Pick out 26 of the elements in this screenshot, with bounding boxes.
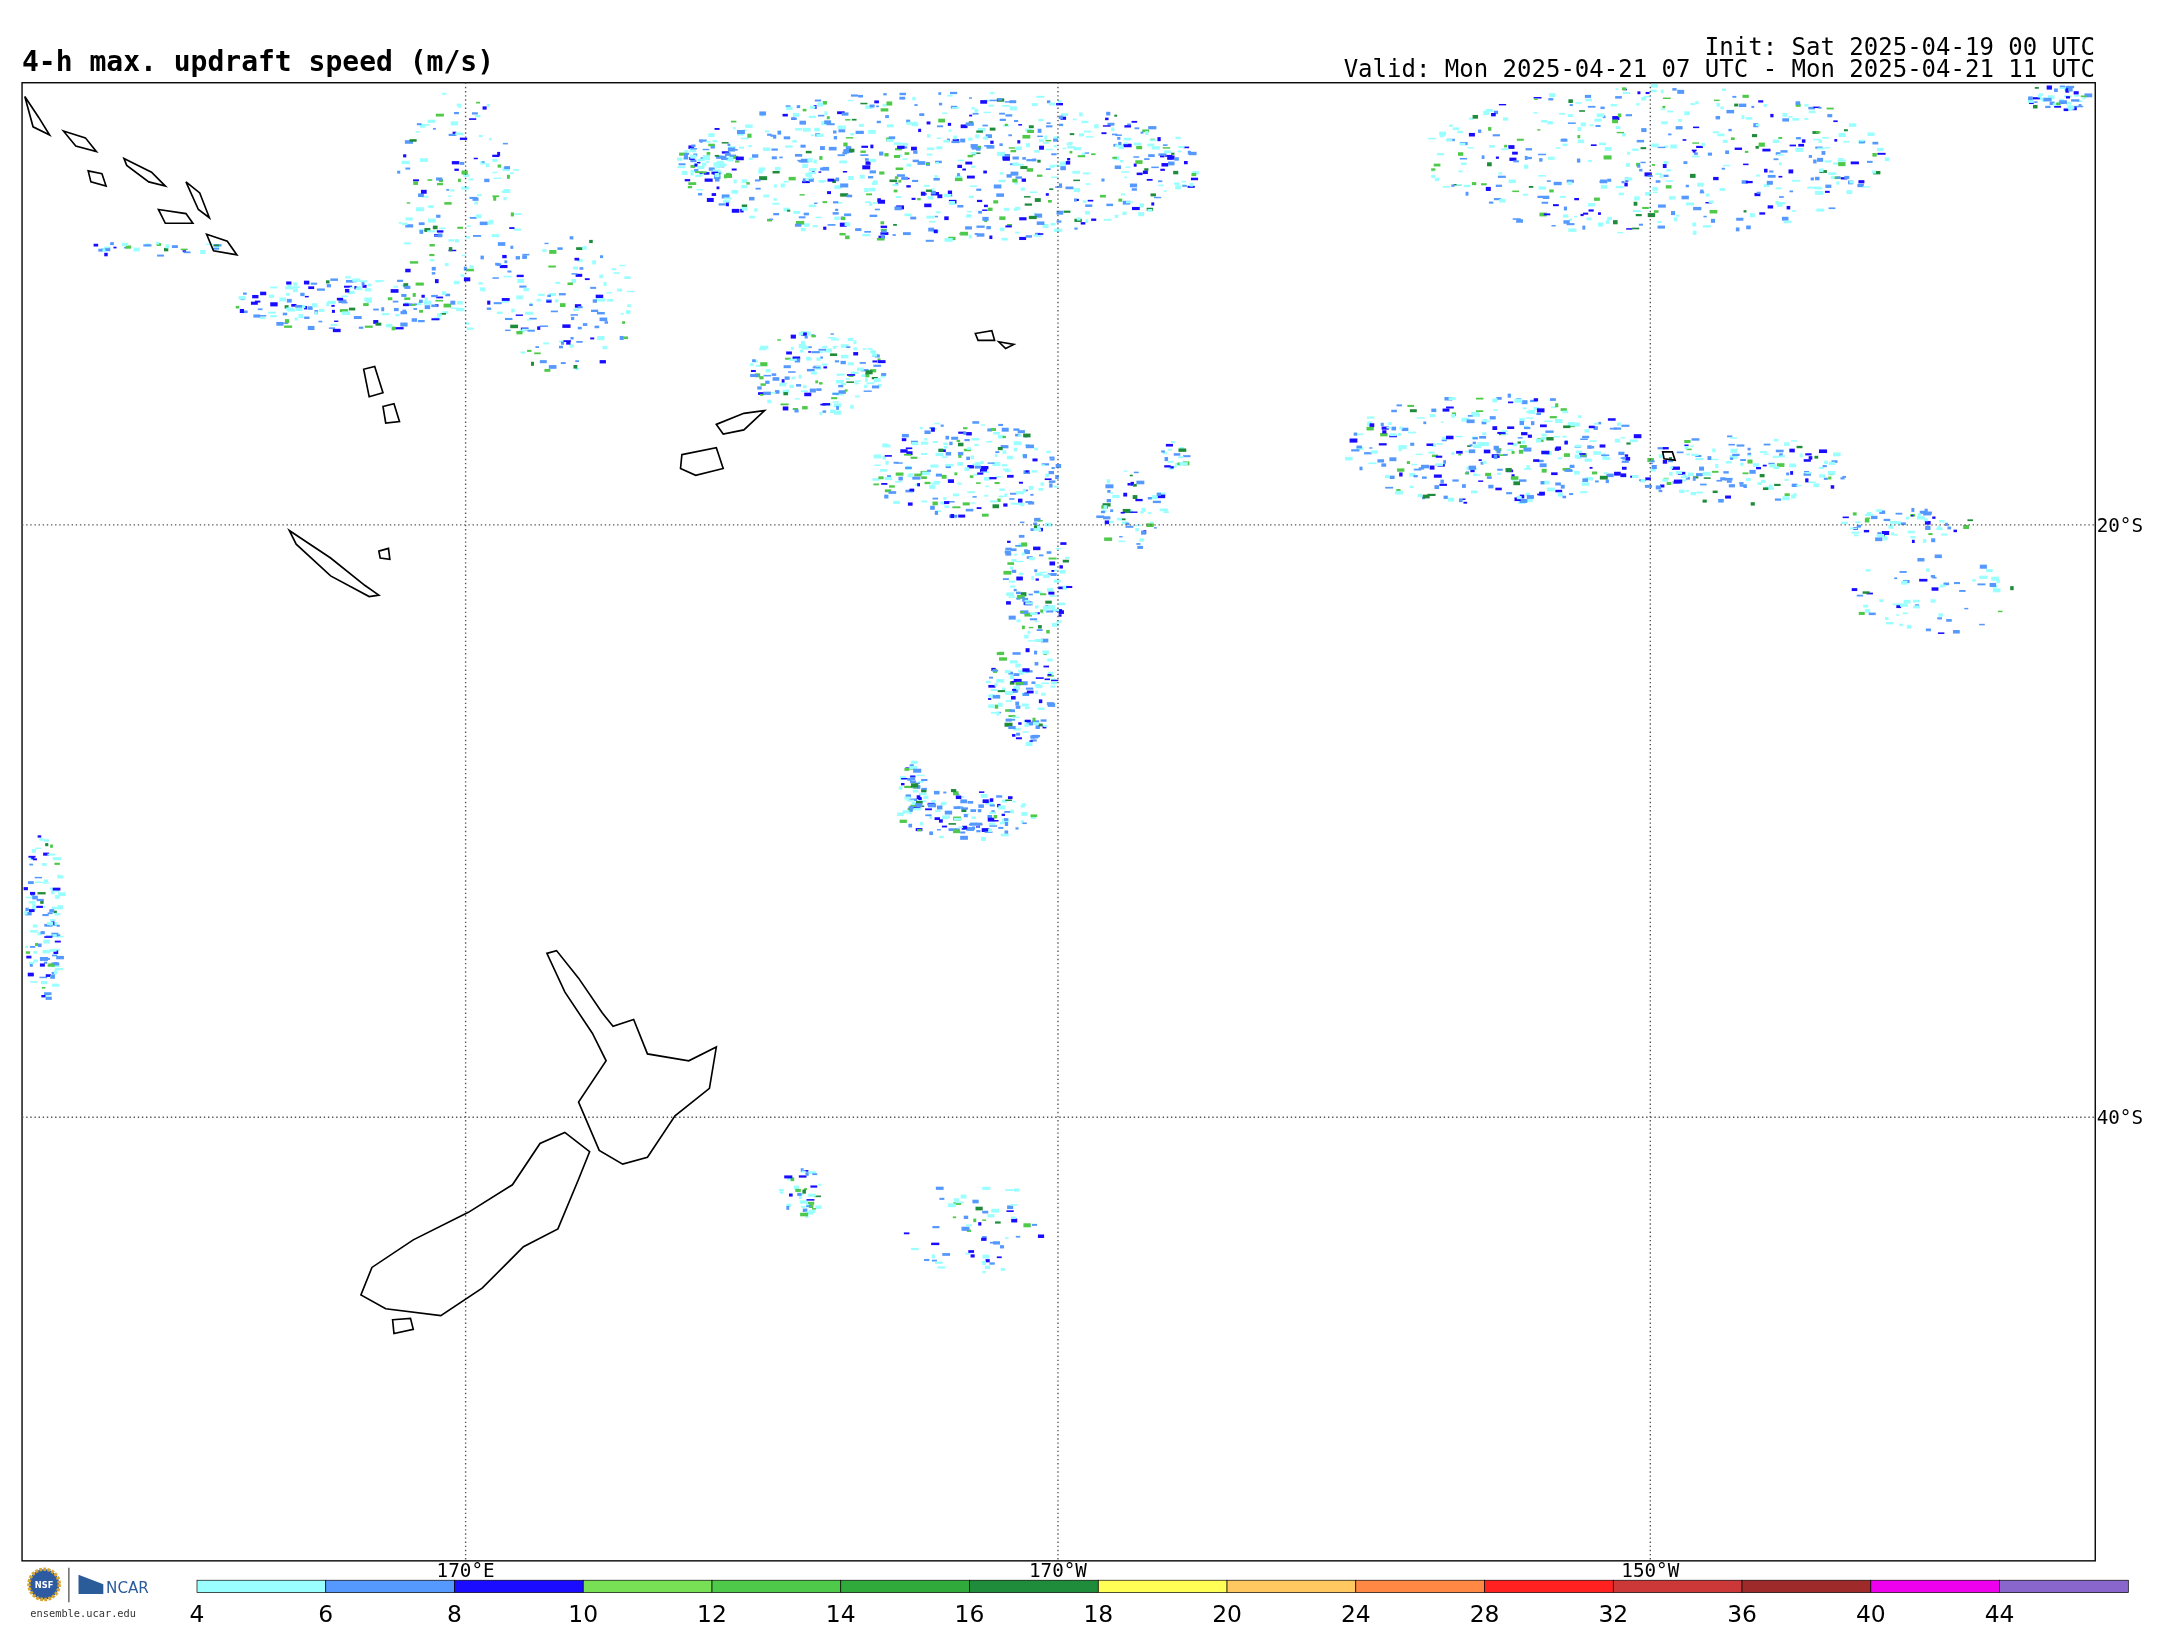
color-bar-label: 16 — [954, 1599, 985, 1626]
color-bar-label: 32 — [1598, 1599, 1629, 1626]
longitude-label: 170°W — [1028, 1562, 1087, 1583]
color-bar-label: 44 — [1984, 1599, 2015, 1626]
color-bar-label: 12 — [697, 1599, 727, 1626]
latitude-label: 40°S — [2096, 1106, 2144, 1130]
color-bar-label: 14 — [825, 1599, 856, 1626]
website-url: ensemble.ucar.edu — [30, 1607, 136, 1620]
color-bar-label: 18 — [1083, 1599, 1114, 1626]
latitude-label: 20°S — [2096, 513, 2144, 537]
color-bar-label: 20 — [1212, 1599, 1242, 1626]
plot-title: 4-h max. updraft speed (m/s) — [22, 48, 494, 80]
longitude-label: 150°W — [1621, 1562, 1680, 1583]
color-bar-label: 28 — [1469, 1599, 1500, 1626]
valid-time: Valid: Mon 2025-04-21 07 UTC - Mon 2025-04-21 11 UTC — [1343, 58, 2095, 80]
longitude-label: 170°E — [436, 1562, 495, 1583]
color-bar-label: 8 — [447, 1599, 462, 1626]
color-bar-label: 4 — [189, 1599, 205, 1626]
nsf-logo: NSF — [27, 1567, 61, 1602]
color-bar-label: 36 — [1727, 1599, 1757, 1626]
color-bar-label: 40 — [1855, 1599, 1886, 1626]
color-bar-label: 10 — [568, 1599, 599, 1626]
color-bar-label: 24 — [1340, 1599, 1371, 1626]
ncar-logo: NCAR — [78, 1574, 149, 1597]
init-time: Init: Sat 2025-04-19 00 UTC — [1703, 36, 2095, 58]
color-bar-label: 6 — [318, 1599, 334, 1626]
